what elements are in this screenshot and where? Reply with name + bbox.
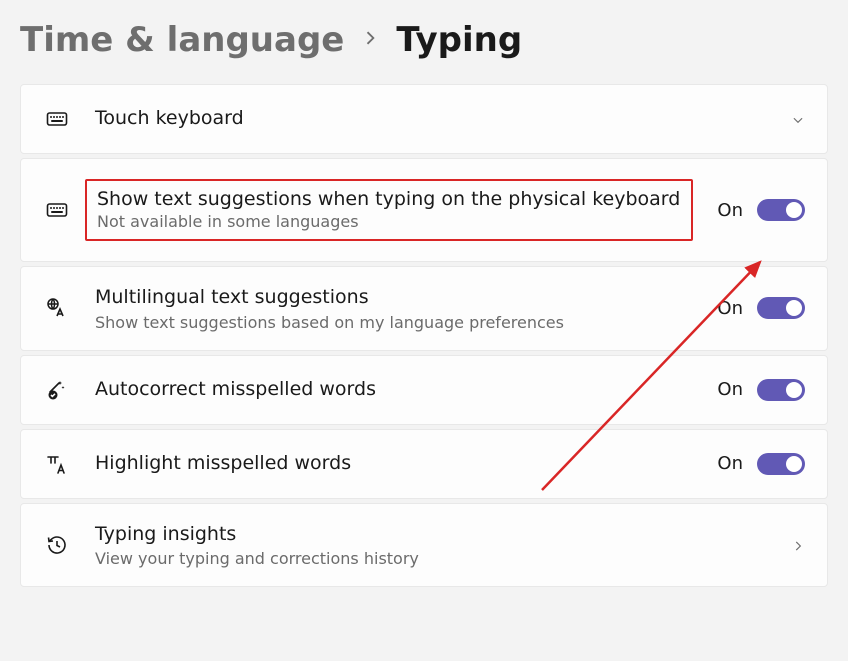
toggle-multilingual[interactable]	[757, 297, 805, 319]
toggle-state-label: On	[717, 379, 743, 400]
row-subtitle: View your typing and corrections history	[95, 549, 767, 568]
toggle-state-label: On	[717, 200, 743, 221]
row-title: Multilingual text suggestions	[95, 285, 693, 311]
keyboard-icon	[43, 105, 71, 133]
keyboard-icon	[43, 196, 71, 224]
highlight-text-icon	[43, 450, 71, 478]
chevron-down-icon	[791, 112, 805, 126]
row-title: Touch keyboard	[95, 106, 767, 132]
settings-list: Touch keyboard Show text suggestions whe…	[0, 84, 848, 587]
row-subtitle: Show text suggestions based on my langua…	[95, 313, 693, 332]
row-touch-keyboard[interactable]: Touch keyboard	[20, 84, 828, 154]
row-multilingual-suggestions: Multilingual text suggestions Show text …	[20, 266, 828, 351]
annotation-highlight-box: Show text suggestions when typing on the…	[85, 179, 693, 242]
toggle-text-suggestions[interactable]	[757, 199, 805, 221]
row-subtitle: Not available in some languages	[97, 212, 681, 231]
toggle-highlight-misspelled[interactable]	[757, 453, 805, 475]
history-icon	[43, 531, 71, 559]
toggle-state-label: On	[717, 298, 743, 319]
row-autocorrect: Autocorrect misspelled words On	[20, 355, 828, 425]
row-title: Show text suggestions when typing on the…	[97, 187, 681, 213]
breadcrumb-separator-icon	[360, 28, 380, 53]
globe-translate-icon	[43, 294, 71, 322]
row-title: Typing insights	[95, 522, 767, 548]
wand-check-icon	[43, 376, 71, 404]
row-title: Autocorrect misspelled words	[95, 377, 693, 403]
row-typing-insights[interactable]: Typing insights View your typing and cor…	[20, 503, 828, 588]
breadcrumb: Time & language Typing	[0, 0, 848, 84]
row-highlight-misspelled: Highlight misspelled words On	[20, 429, 828, 499]
toggle-state-label: On	[717, 453, 743, 474]
breadcrumb-parent[interactable]: Time & language	[20, 20, 344, 60]
row-text-suggestions: Show text suggestions when typing on the…	[20, 158, 828, 262]
chevron-right-icon	[791, 538, 805, 552]
toggle-autocorrect[interactable]	[757, 379, 805, 401]
breadcrumb-current: Typing	[396, 20, 522, 60]
row-title: Highlight misspelled words	[95, 451, 693, 477]
